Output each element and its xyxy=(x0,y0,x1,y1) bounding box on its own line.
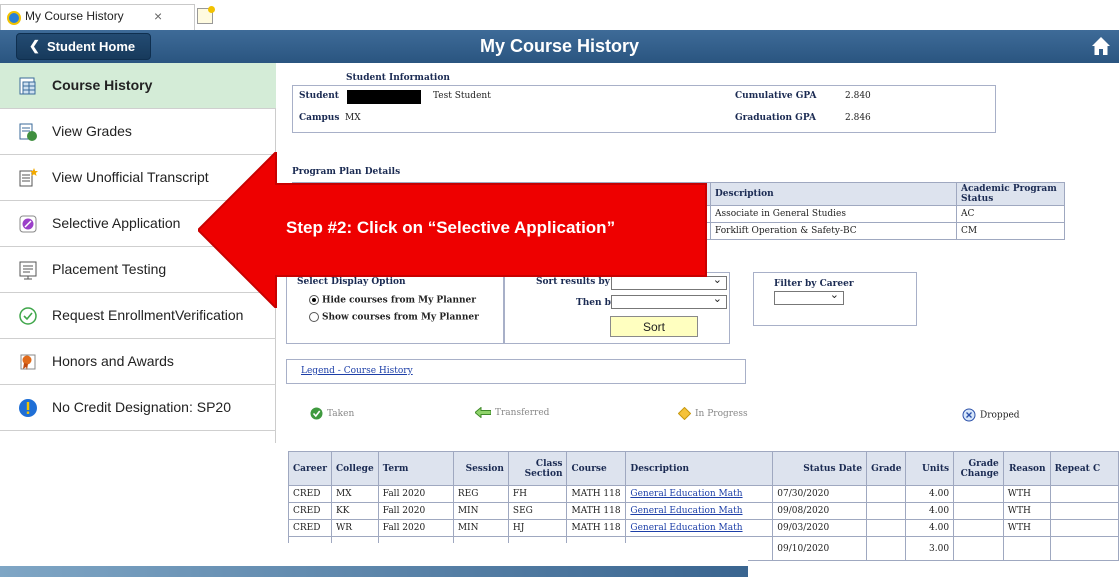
header-units: Units xyxy=(905,451,955,486)
student-info-title: Student Information xyxy=(346,73,450,83)
pp-description: Forklift Operation & Safety-BC xyxy=(710,222,957,240)
close-tab-icon[interactable]: × xyxy=(154,8,162,24)
browser-tab-bar: My Course History × xyxy=(0,0,1119,30)
award-icon xyxy=(20,354,36,370)
course-description-link[interactable]: General Education Math xyxy=(630,506,742,516)
pp-description: Associate in General Studies xyxy=(710,205,957,223)
header-description: Description xyxy=(625,451,774,486)
taken-check-icon xyxy=(310,407,323,420)
header-status-date: Status Date xyxy=(772,451,868,486)
filter-career-label: Filter by Career xyxy=(774,279,854,289)
legend-transferred: Transferred xyxy=(475,407,549,418)
legend-link[interactable]: Legend - Course History xyxy=(301,366,413,376)
page-header: ❮ Student Home My Course History xyxy=(0,30,1119,63)
table-row: CRED MX Fall 2020 REG FH MATH 118 Genera… xyxy=(288,485,1119,503)
header-grade-change: Grade Change xyxy=(953,451,1004,486)
legend-dropped: Dropped xyxy=(962,408,1020,422)
check-circle-icon xyxy=(19,307,37,325)
footer-bar xyxy=(0,566,748,577)
show-courses-option[interactable]: Show courses from My Planner xyxy=(309,312,479,323)
table-icon xyxy=(19,77,36,95)
new-tab-icon[interactable] xyxy=(197,6,215,24)
sidebar-item-label: Selective Application xyxy=(52,215,181,231)
home-icon[interactable] xyxy=(1091,36,1111,56)
sidebar-item-course-history[interactable]: Course History xyxy=(0,63,276,109)
sidebar-item-label: Honors and Awards xyxy=(52,353,174,369)
header-session: Session xyxy=(452,451,509,486)
browser-tab-title: My Course History xyxy=(25,9,124,23)
header-course: Course xyxy=(566,451,627,486)
pp-header-status: Academic Program Status xyxy=(956,182,1065,206)
legend-box: Legend - Course History xyxy=(286,359,746,384)
pp-status: CM xyxy=(956,222,1065,240)
grades-icon xyxy=(19,123,37,141)
header-college: College xyxy=(330,451,379,486)
callout-text: Step #2: Click on “Selective Application… xyxy=(286,218,616,237)
sort-button[interactable]: Sort xyxy=(610,316,698,337)
sidebar-item-label: Course History xyxy=(52,77,153,93)
graduation-gpa-value: 2.846 xyxy=(845,113,871,123)
document-star-icon xyxy=(19,168,38,187)
header-reason: Reason xyxy=(1002,451,1051,486)
sidebar-item-view-grades[interactable]: View Grades xyxy=(0,109,276,155)
sidebar-item-label: Request EnrollmentVerification xyxy=(52,307,244,323)
header-grade: Grade xyxy=(866,451,907,486)
cumulative-gpa-label: Cumulative GPA xyxy=(735,91,817,101)
page-title: My Course History xyxy=(479,36,640,56)
campus-label: Campus xyxy=(299,113,340,123)
cumulative-gpa-value: 2.840 xyxy=(845,91,871,101)
student-info-box: Student Test Student Campus MX Cumulativ… xyxy=(292,85,996,133)
graduation-gpa-label: Graduation GPA xyxy=(735,113,816,123)
screenshot-crop-overlay xyxy=(0,543,748,566)
sidebar-item-label: Placement Testing xyxy=(52,261,167,277)
student-name: Test Student xyxy=(433,91,491,101)
sidebar-item-label: No Credit Designation: SP20 xyxy=(52,399,231,415)
header-term: Term xyxy=(377,451,454,486)
radio-icon[interactable] xyxy=(309,312,319,322)
course-description-link[interactable]: General Education Math xyxy=(630,523,742,533)
transferred-arrow-icon xyxy=(475,407,491,418)
filter-box: Filter by Career xyxy=(753,272,917,326)
browser-tab[interactable]: My Course History × xyxy=(0,4,195,30)
pp-header-description: Description xyxy=(710,182,957,206)
sidebar-item-label: View Unofficial Transcript xyxy=(52,169,209,185)
header-career: Career xyxy=(288,451,332,486)
campus-value: MX xyxy=(345,113,361,123)
pp-status: AC xyxy=(956,205,1065,223)
sidebar-item-no-credit[interactable]: No Credit Designation: SP20 xyxy=(0,385,276,431)
legend-in-progress: In Progress xyxy=(678,407,748,420)
dropped-x-icon xyxy=(962,408,976,422)
legend-taken: Taken xyxy=(310,407,354,420)
student-label: Student xyxy=(299,91,339,101)
sidebar-item-honors-awards[interactable]: Honors and Awards xyxy=(0,339,276,385)
table-row: CRED KK Fall 2020 MIN SEG MATH 118 Gener… xyxy=(288,502,1119,520)
table-row: CRED WR Fall 2020 MIN HJ MATH 118 Genera… xyxy=(288,519,1119,537)
alert-icon xyxy=(19,399,37,417)
filter-career-select[interactable] xyxy=(774,288,844,305)
redacted-id xyxy=(347,90,421,104)
in-progress-diamond-icon xyxy=(678,407,691,420)
test-icon xyxy=(19,261,37,280)
header-repeat: Repeat C xyxy=(1049,451,1119,486)
application-icon xyxy=(19,215,37,233)
browser-icon xyxy=(7,11,21,25)
sidebar-item-label: View Grades xyxy=(52,123,132,139)
header-class-section: Class Section xyxy=(507,451,568,486)
course-description-link[interactable]: General Education Math xyxy=(630,489,742,499)
